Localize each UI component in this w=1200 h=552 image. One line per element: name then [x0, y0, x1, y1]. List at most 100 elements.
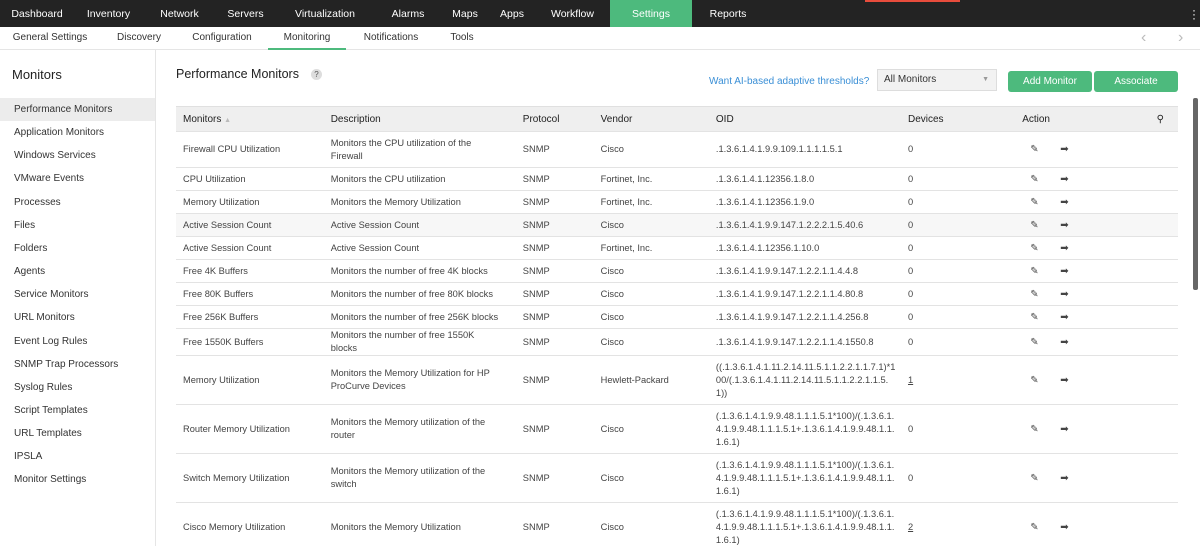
sidebar-item-url-monitors[interactable]: URL Monitors — [0, 306, 155, 329]
scrollbar[interactable] — [1193, 98, 1198, 290]
table-row[interactable]: Memory Utilization Monitors the Memory Ut… — [176, 355, 1178, 405]
associate-icon[interactable]: ➡ — [1060, 196, 1090, 209]
subnav-tools[interactable]: Tools — [439, 27, 485, 50]
associate-icon[interactable]: ➡ — [1060, 219, 1090, 232]
nav-virtualization[interactable]: Virtualization — [275, 0, 375, 27]
monitor-name: Active Session Count — [176, 213, 331, 237]
associate-icon[interactable]: ➡ — [1060, 374, 1090, 387]
edit-icon[interactable]: ✎ — [1030, 311, 1060, 324]
devices[interactable]: 2 — [907, 502, 1023, 552]
sidebar-item-syslog-rules[interactable]: Syslog Rules — [0, 376, 155, 399]
sidebar-item-snmp-trap-processors[interactable]: SNMP Trap Processors — [0, 353, 155, 376]
subnav-configuration[interactable]: Configuration — [177, 27, 267, 50]
monitor-filter-select[interactable]: All Monitors ▼ — [877, 69, 997, 91]
edit-icon[interactable]: ✎ — [1030, 196, 1060, 209]
scroll-right-icon[interactable]: › — [1178, 29, 1183, 47]
devices: 0 — [907, 259, 1023, 283]
edit-icon[interactable]: ✎ — [1030, 219, 1060, 232]
help-icon[interactable]: ? — [311, 69, 322, 80]
edit-icon[interactable]: ✎ — [1030, 242, 1060, 255]
nav-servers[interactable]: Servers — [216, 0, 275, 27]
devices: 0 — [907, 167, 1023, 191]
nav-maps[interactable]: Maps — [441, 0, 489, 27]
sidebar-item-folders[interactable]: Folders — [0, 237, 155, 260]
edit-icon[interactable]: ✎ — [1030, 336, 1060, 349]
table-row[interactable]: Cisco Memory Utilization Monitors the Mem… — [176, 502, 1178, 552]
nav-dashboard[interactable]: Dashboard — [0, 0, 74, 27]
sidebar-item-vmware-events[interactable]: VMware Events — [0, 167, 155, 190]
associate-icon[interactable]: ➡ — [1060, 521, 1090, 534]
devices[interactable]: 1 — [907, 355, 1023, 405]
table-row[interactable]: Memory Utilization Monitors the Memory Ut… — [176, 190, 1178, 214]
nav-inventory[interactable]: Inventory — [74, 0, 143, 27]
monitor-name: Cisco Memory Utilization — [176, 502, 331, 552]
table-row[interactable]: Switch Memory Utilization Monitors the Me… — [176, 453, 1178, 503]
associate-icon[interactable]: ➡ — [1060, 311, 1090, 324]
nav-alarms[interactable]: Alarms — [375, 0, 441, 27]
table-row[interactable]: Firewall CPU Utilization Monitors the CPU… — [176, 131, 1178, 168]
actions: ✎ ➡ — [1022, 404, 1178, 454]
sidebar-item-url-templates[interactable]: URL Templates — [0, 422, 155, 445]
associate-icon[interactable]: ➡ — [1060, 423, 1090, 436]
table-row[interactable]: CPU Utilization Monitors the CPU utilizat… — [176, 167, 1178, 191]
subnav-monitoring[interactable]: Monitoring — [268, 27, 346, 50]
oid: .1.3.6.1.4.1.9.9.147.1.2.2.1.1.4.80.8 — [715, 282, 908, 306]
associate-icon[interactable]: ➡ — [1060, 336, 1090, 349]
sidebar-item-processes[interactable]: Processes — [0, 191, 155, 214]
sidebar-item-files[interactable]: Files — [0, 214, 155, 237]
associate-icon[interactable]: ➡ — [1060, 472, 1090, 485]
edit-icon[interactable]: ✎ — [1030, 472, 1060, 485]
associate-icon[interactable]: ➡ — [1060, 288, 1090, 301]
subnav-discovery[interactable]: Discovery — [106, 27, 172, 50]
table-row[interactable]: Free 4K Buffers Monitors the number of fr… — [176, 259, 1178, 283]
page-title: Performance Monitors — [176, 67, 299, 81]
devices: 0 — [907, 190, 1023, 214]
scroll-left-icon[interactable]: ‹ — [1141, 29, 1146, 47]
sidebar-item-performance-monitors[interactable]: Performance Monitors — [0, 98, 155, 121]
edit-icon[interactable]: ✎ — [1030, 288, 1060, 301]
associate-icon[interactable]: ➡ — [1060, 242, 1090, 255]
nav-network[interactable]: Network — [143, 0, 216, 27]
associate-button[interactable]: Associate — [1094, 71, 1178, 92]
nav-apps[interactable]: Apps — [489, 0, 535, 27]
table-row[interactable]: Active Session Count Active Session Count… — [176, 213, 1178, 237]
nav-workflow[interactable]: Workflow — [535, 0, 610, 27]
sidebar-item-service-monitors[interactable]: Service Monitors — [0, 283, 155, 306]
table-row[interactable]: Free 256K Buffers Monitors the number of … — [176, 305, 1178, 329]
associate-icon[interactable]: ➡ — [1060, 265, 1090, 278]
subnav-notifications[interactable]: Notifications — [353, 27, 429, 50]
edit-icon[interactable]: ✎ — [1030, 374, 1060, 387]
nav-settings[interactable]: Settings — [610, 0, 692, 27]
table-row[interactable]: Active Session Count Active Session Count… — [176, 236, 1178, 260]
sidebar-title: Monitors — [12, 67, 62, 82]
sidebar-item-windows-services[interactable]: Windows Services — [0, 144, 155, 167]
associate-icon[interactable]: ➡ — [1060, 143, 1090, 156]
table-row[interactable]: Router Memory Utilization Monitors the Me… — [176, 404, 1178, 454]
sidebar-item-event-log-rules[interactable]: Event Log Rules — [0, 330, 155, 353]
search-icon[interactable]: ⚲ — [1157, 114, 1164, 125]
table-row[interactable]: Free 80K Buffers Monitors the number of f… — [176, 282, 1178, 306]
col-monitors[interactable]: Monitors ▲ — [176, 106, 331, 132]
sidebar-item-monitor-settings[interactable]: Monitor Settings — [0, 468, 155, 491]
sidebar-item-application-monitors[interactable]: Application Monitors — [0, 121, 155, 144]
sidebar-item-agents[interactable]: Agents — [0, 260, 155, 283]
associate-icon[interactable]: ➡ — [1060, 173, 1090, 186]
subnav-general-settings[interactable]: General Settings — [0, 27, 100, 50]
table-row[interactable]: Free 1550K Buffers Monitors the number of… — [176, 328, 1178, 356]
vendor: Cisco — [600, 282, 716, 306]
edit-icon[interactable]: ✎ — [1030, 265, 1060, 278]
ai-thresholds-link[interactable]: Want AI-based adaptive thresholds? — [709, 76, 869, 87]
add-monitor-button[interactable]: Add Monitor — [1008, 71, 1092, 92]
description: Monitors the number of free 1550K blocks — [330, 328, 523, 356]
sidebar-item-ipsla[interactable]: IPSLA — [0, 445, 155, 468]
edit-icon[interactable]: ✎ — [1030, 423, 1060, 436]
edit-icon[interactable]: ✎ — [1030, 143, 1060, 156]
oid: .1.3.6.1.4.1.9.9.147.1.2.2.1.1.4.4.8 — [715, 259, 908, 283]
edit-icon[interactable]: ✎ — [1030, 521, 1060, 534]
edit-icon[interactable]: ✎ — [1030, 173, 1060, 186]
nav-reports[interactable]: Reports — [692, 0, 764, 27]
sidebar-item-script-templates[interactable]: Script Templates — [0, 399, 155, 422]
more-menu-icon[interactable]: · · · — [1192, 4, 1196, 24]
vendor: Cisco — [600, 453, 716, 503]
devices: 0 — [907, 282, 1023, 306]
